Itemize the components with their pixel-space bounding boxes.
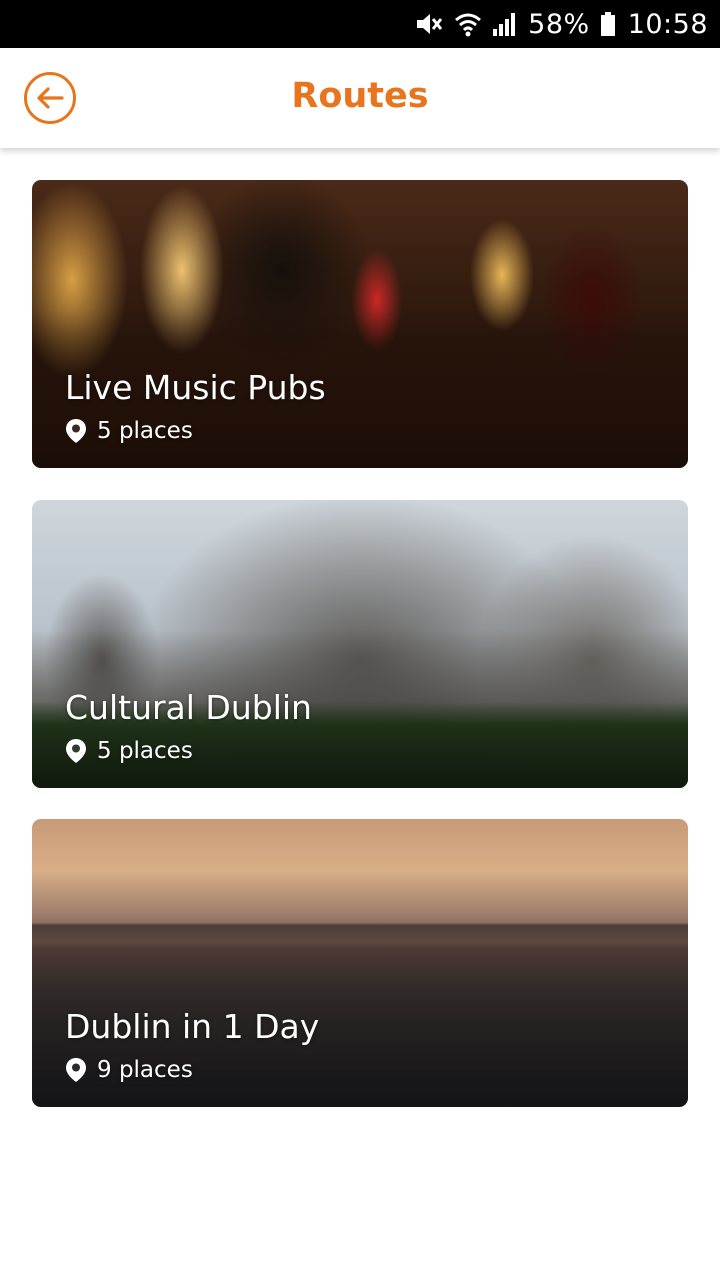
route-places: 9 places [65,1057,193,1083]
battery-percent: 58% [528,8,590,40]
battery-icon [600,12,615,36]
route-places-count: 5 places [97,418,193,444]
route-title: Live Music Pubs [65,368,326,407]
clock: 10:58 [627,8,708,40]
mute-icon [417,14,443,34]
app-bar: Routes [0,48,720,148]
route-places-count: 5 places [97,738,193,764]
route-places-count: 9 places [97,1057,193,1083]
route-card-cultural-dublin[interactable]: Cultural Dublin 5 places [32,500,688,788]
wifi-icon [455,13,482,37]
route-places: 5 places [65,738,193,764]
route-title: Dublin in 1 Day [65,1007,320,1046]
status-bar: 58% 10:58 [0,0,720,48]
signal-icon [493,13,516,36]
route-places: 5 places [65,418,193,444]
route-title: Cultural Dublin [65,688,312,727]
page-title: Routes [291,76,429,116]
location-pin-icon [66,419,86,443]
route-card-dublin-in-1-day[interactable]: Dublin in 1 Day 9 places [32,819,688,1107]
location-pin-icon [66,1058,86,1082]
location-pin-icon [66,739,86,763]
route-card-live-music-pubs[interactable]: Live Music Pubs 5 places [32,180,688,468]
